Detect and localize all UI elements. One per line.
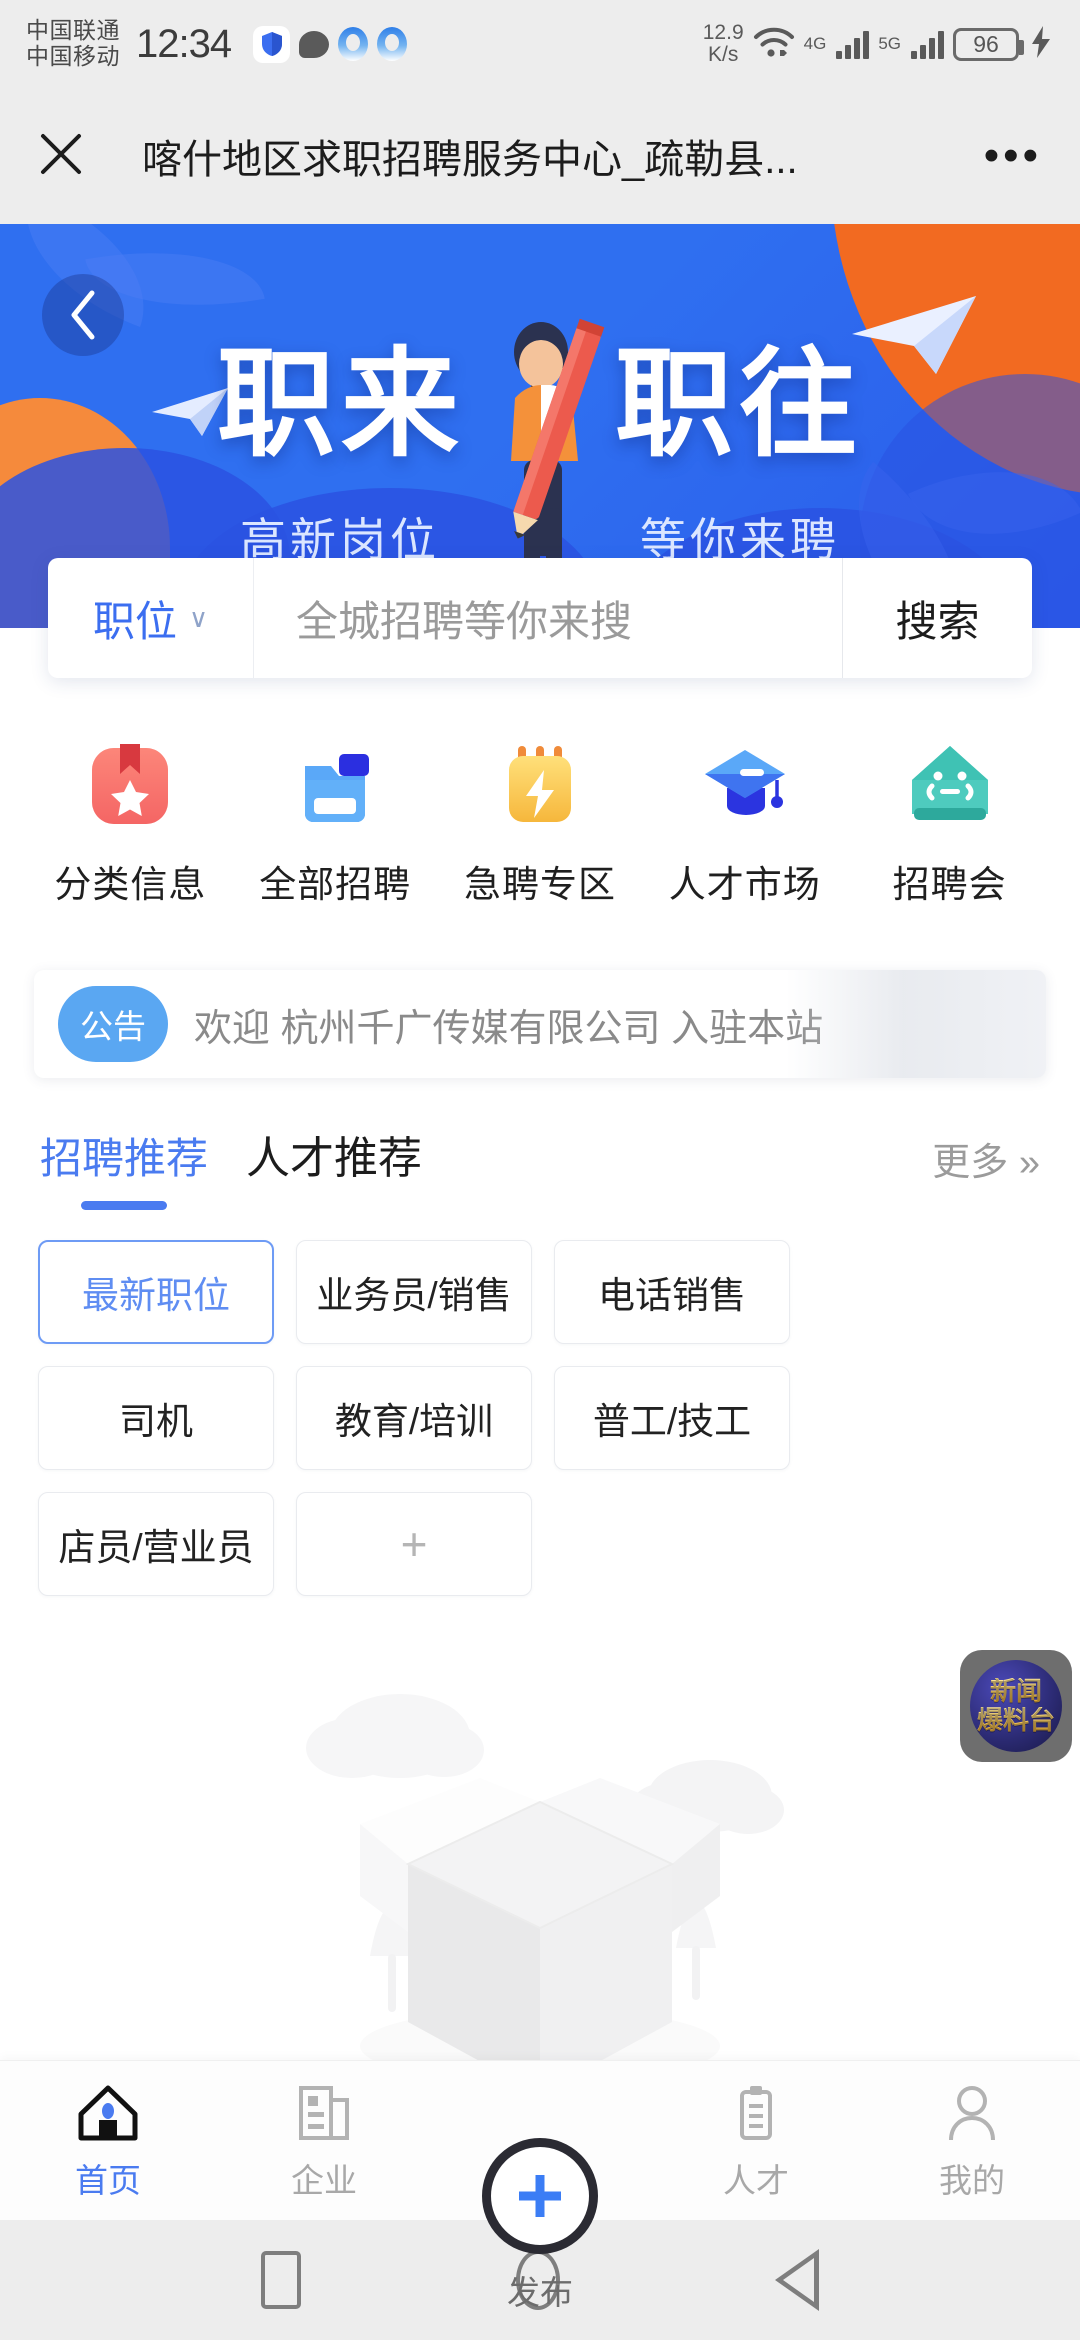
chip-worker[interactable]: 普工/技工 — [554, 1366, 790, 1470]
close-icon[interactable] — [38, 131, 84, 182]
back-triangle-icon[interactable] — [775, 2249, 819, 2311]
chip-driver[interactable]: 司机 — [38, 1366, 274, 1470]
quick-links-grid: 分类信息 全部招聘 急聘专区 人才市场 招聘会 — [0, 678, 1080, 908]
quick-link-label: 招聘会 — [892, 864, 1007, 905]
news-fab-line2: 爆料台 — [976, 1705, 1055, 1735]
calendar-bolt-icon — [492, 736, 588, 832]
status-bar-clock: 12:34 — [136, 21, 232, 66]
status-bar-notification-icons — [253, 25, 408, 63]
shield-icon — [253, 25, 291, 63]
nav-label: 人才 — [723, 2161, 789, 2199]
page-title: 喀什地区求职招聘服务中心_疏勒县... — [142, 138, 798, 182]
app-screen: 中国联通 中国移动 12:34 12.9 K/s 4G 5G 96 喀什地区求职… — [0, 0, 1080, 2340]
nav-item-talent[interactable]: 人才 — [648, 2080, 864, 2202]
quick-link-label: 全部招聘 — [259, 864, 412, 905]
publish-fab-button[interactable] — [482, 2138, 598, 2254]
search-section: 职位 ∨ 全城招聘等你来搜 搜索 — [0, 558, 1080, 678]
carrier-primary: 中国联通 — [26, 17, 120, 44]
loading-ring-icon-1 — [338, 27, 369, 61]
battery-indicator: 96 — [953, 27, 1024, 61]
tab-job-recommend[interactable]: 招聘推荐 — [40, 1125, 208, 1204]
globe-icon: 新闻 爆料台 — [970, 1660, 1062, 1752]
more-link[interactable]: 更多 » — [932, 1131, 1040, 1204]
folder-icon — [287, 736, 383, 832]
section-tabs: 招聘推荐 人才推荐 更多 » — [0, 1078, 1080, 1204]
overflow-menu-icon[interactable]: ••• — [984, 134, 1042, 177]
banner-headline-left: 职来 — [216, 339, 465, 471]
category-chip-list: 最新职位 业务员/销售 电话销售 司机 教育/培训 普工/技工 店员/营业员 + — [0, 1204, 1080, 1596]
quick-link-label: 人才市场 — [668, 864, 821, 905]
chip-shop-assistant[interactable]: 店员/营业员 — [38, 1492, 274, 1596]
home-icon — [77, 2080, 139, 2142]
back-button[interactable] — [42, 274, 124, 356]
search-input[interactable]: 全城招聘等你来搜 — [254, 558, 842, 678]
mobile-network-label-4g: 4G — [803, 34, 827, 53]
chip-education[interactable]: 教育/培训 — [296, 1366, 532, 1470]
chip-telesales[interactable]: 电话销售 — [554, 1240, 790, 1344]
search-category-label: 职位 — [92, 597, 177, 645]
tab-label: 招聘推荐 — [40, 1135, 209, 1182]
chip-latest-jobs[interactable]: 最新职位 — [38, 1240, 274, 1344]
graduation-cap-icon — [697, 736, 793, 832]
wifi-icon — [753, 26, 795, 63]
building-icon — [293, 2080, 355, 2142]
network-speed-unit: K/s — [708, 43, 739, 66]
quick-link-job-fair[interactable]: 招聘会 — [847, 736, 1052, 908]
network-speed-value: 12.9 — [702, 20, 744, 44]
search-bar: 职位 ∨ 全城招聘等你来搜 搜索 — [48, 558, 1032, 678]
quick-link-label: 急聘专区 — [463, 864, 616, 905]
announcement-bar[interactable]: 公告 欢迎 杭州千广传媒有限公司 入驻本站 — [34, 970, 1046, 1078]
plus-circle-icon — [519, 2175, 561, 2217]
app-bar: 喀什地区求职招聘服务中心_疏勒县... ••• — [0, 88, 1080, 224]
carrier-labels: 中国联通 中国移动 — [26, 17, 120, 70]
chat-bubble-icon — [299, 30, 330, 58]
signal-bars-icon-1 — [836, 29, 870, 59]
publish-fab-label: 发布 — [507, 2274, 573, 2311]
search-button[interactable]: 搜索 — [842, 558, 1032, 678]
quick-link-talent-market[interactable]: 人才市场 — [642, 736, 847, 908]
quick-link-classified[interactable]: 分类信息 — [28, 736, 233, 908]
nav-item-company[interactable]: 企业 — [216, 2080, 432, 2202]
nav-label: 首页 — [75, 2161, 141, 2199]
nav-item-mine[interactable]: 我的 — [864, 2080, 1080, 2202]
mobile-network-label-5g: 5G — [878, 34, 901, 53]
status-bar: 中国联通 中国移动 12:34 12.9 K/s 4G 5G 96 — [0, 0, 1080, 88]
nav-label: 我的 — [939, 2161, 1005, 2199]
nav-label: 企业 — [291, 2161, 357, 2199]
recents-square-icon[interactable] — [261, 2251, 301, 2309]
person-icon — [941, 2080, 1003, 2142]
charging-bolt-icon — [1028, 25, 1054, 64]
announcement-text: 欢迎 杭州千广传媒有限公司 入驻本站 — [194, 1007, 824, 1050]
search-category-selector[interactable]: 职位 ∨ — [48, 558, 254, 678]
quick-link-urgent[interactable]: 急聘专区 — [438, 736, 643, 908]
chevron-down-icon: ∨ — [188, 602, 209, 633]
signal-bars-icon-2 — [911, 29, 944, 59]
news-fab-line1: 新闻 — [989, 1676, 1042, 1707]
nav-item-home[interactable]: 首页 — [0, 2080, 216, 2202]
chip-add-more[interactable]: + — [296, 1492, 532, 1596]
quick-link-all-jobs[interactable]: 全部招聘 — [233, 736, 438, 908]
banner-headline-right: 职往 — [615, 339, 864, 471]
house-people-icon — [902, 736, 998, 832]
clipboard-icon — [725, 2080, 787, 2142]
tab-label: 人才推荐 — [246, 1134, 423, 1183]
news-tipoff-fab[interactable]: 新闻 爆料台 — [960, 1650, 1072, 1762]
status-bar-left: 中国联通 中国移动 12:34 — [26, 17, 408, 70]
bookmark-star-icon — [82, 736, 178, 832]
chip-sales[interactable]: 业务员/销售 — [296, 1240, 532, 1344]
loading-ring-icon-2 — [377, 27, 408, 61]
network-speed: 12.9 K/s — [702, 20, 744, 66]
quick-link-label: 分类信息 — [54, 864, 207, 905]
tab-talent-recommend[interactable]: 人才推荐 — [246, 1122, 422, 1204]
status-bar-right: 12.9 K/s 4G 5G 96 — [702, 20, 1054, 66]
announcement-badge: 公告 — [58, 986, 168, 1062]
carrier-secondary: 中国移动 — [26, 43, 120, 69]
